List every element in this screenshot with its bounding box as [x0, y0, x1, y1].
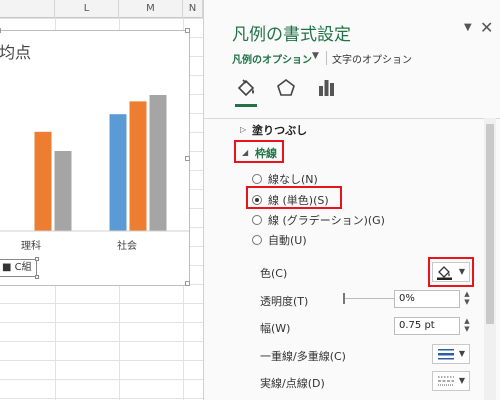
dash-type-label: 実線/点線(D) [260, 377, 325, 390]
paint-bucket-icon [437, 266, 452, 280]
compound-type-dropdown[interactable]: ▼ [432, 344, 470, 364]
dash-lines-icon [438, 376, 454, 386]
bar-series-2-cat-1[interactable] [34, 131, 52, 231]
bar-series-3-cat-2[interactable] [149, 95, 167, 231]
radio-solid-line[interactable]: 線 (単色)(S) [252, 192, 329, 210]
radio-label: 線 (単色)(S) [268, 194, 329, 207]
radio-button[interactable] [252, 174, 262, 184]
chevron-down-icon: ▼ [458, 376, 465, 385]
scrollbar-thumb[interactable] [486, 124, 494, 324]
active-category-indicator [235, 104, 257, 107]
bar-series-3-cat-1[interactable] [54, 151, 72, 231]
tab-legend-options[interactable]: 凡例のオプション [232, 51, 312, 66]
column-header-partial[interactable] [0, 0, 55, 18]
column-header-m[interactable]: M [119, 0, 183, 18]
chart-object[interactable]: 均点 理科 社会 ■ C組 [0, 28, 190, 286]
radio-label: 線なし(N) [268, 173, 318, 186]
pane-options-dropdown-icon[interactable]: ▼ [464, 22, 472, 33]
width-label: 幅(W) [260, 322, 291, 335]
format-legend-pane: 凡例の書式設定 ▼ ✕ 凡例のオプション ▼ 文字のオプション ▷ 塗りつぶし … [203, 0, 500, 400]
legend-entry: ■ C組 [2, 262, 32, 273]
tab-text-options[interactable]: 文字のオプション [332, 51, 412, 66]
section-border[interactable]: 枠線 [255, 145, 277, 161]
tab-separator [326, 51, 327, 65]
effects-pentagon-icon[interactable] [274, 76, 298, 100]
transparency-label: 透明度(T) [260, 295, 309, 308]
section-expanded-triangle-icon[interactable]: ◢ [242, 148, 248, 157]
close-icon[interactable]: ✕ [480, 18, 493, 37]
radio-gradient-line[interactable]: 線 (グラデーション)(G) [252, 212, 385, 230]
transparency-input[interactable]: 0% [394, 290, 460, 308]
legend-options-bars-icon[interactable] [314, 76, 338, 100]
dash-type-dropdown[interactable]: ▼ [432, 371, 470, 391]
category-label-science: 理科 [21, 241, 41, 252]
chevron-down-icon[interactable]: ▼ [312, 51, 319, 61]
compound-lines-icon [438, 349, 454, 360]
radio-button[interactable] [252, 235, 262, 245]
bar-series-1-cat-2[interactable] [109, 114, 127, 231]
column-header-n[interactable]: N [183, 0, 203, 18]
category-label-social: 社会 [117, 241, 137, 252]
bar-series-2-cat-2[interactable] [129, 101, 147, 232]
section-collapsed-triangle-icon[interactable]: ▷ [240, 125, 246, 134]
fill-line-icon[interactable] [234, 76, 258, 100]
category-icon-row [232, 76, 342, 107]
color-label: 色(C) [260, 267, 288, 280]
radio-button[interactable] [252, 215, 262, 225]
pane-title: 凡例の書式設定 [232, 25, 351, 45]
scrollbar[interactable] [484, 118, 496, 400]
column-header-l[interactable]: L [55, 0, 119, 18]
column-header-row: L M N [0, 0, 203, 18]
transparency-slider-thumb[interactable] [343, 293, 345, 304]
transparency-spinner-icon[interactable]: ▲ ▼ [462, 290, 472, 308]
chevron-down-icon: ▼ [458, 267, 465, 276]
width-spinner-icon[interactable]: ▲ ▼ [462, 317, 472, 335]
legend-resize-handle[interactable] [34, 275, 39, 279]
radio-automatic[interactable]: 自動(U) [252, 232, 307, 250]
section-fill[interactable]: 塗りつぶし [252, 122, 307, 138]
compound-type-label: 一重線/多重線(C) [260, 350, 346, 363]
width-input[interactable]: 0.75 pt [394, 317, 460, 335]
legend-resize-handle[interactable] [34, 257, 39, 261]
chevron-down-icon: ▼ [458, 349, 465, 358]
radio-label: 自動(U) [268, 234, 307, 247]
radio-button-checked[interactable] [252, 195, 262, 205]
chart-legend[interactable]: ■ C組 [0, 257, 39, 279]
spreadsheet-area: L M N 均点 理科 社会 ■ C組 [0, 0, 203, 400]
line-color-dropdown[interactable]: ▼ [432, 262, 470, 282]
radio-label: 線 (グラデーション)(G) [268, 214, 385, 227]
